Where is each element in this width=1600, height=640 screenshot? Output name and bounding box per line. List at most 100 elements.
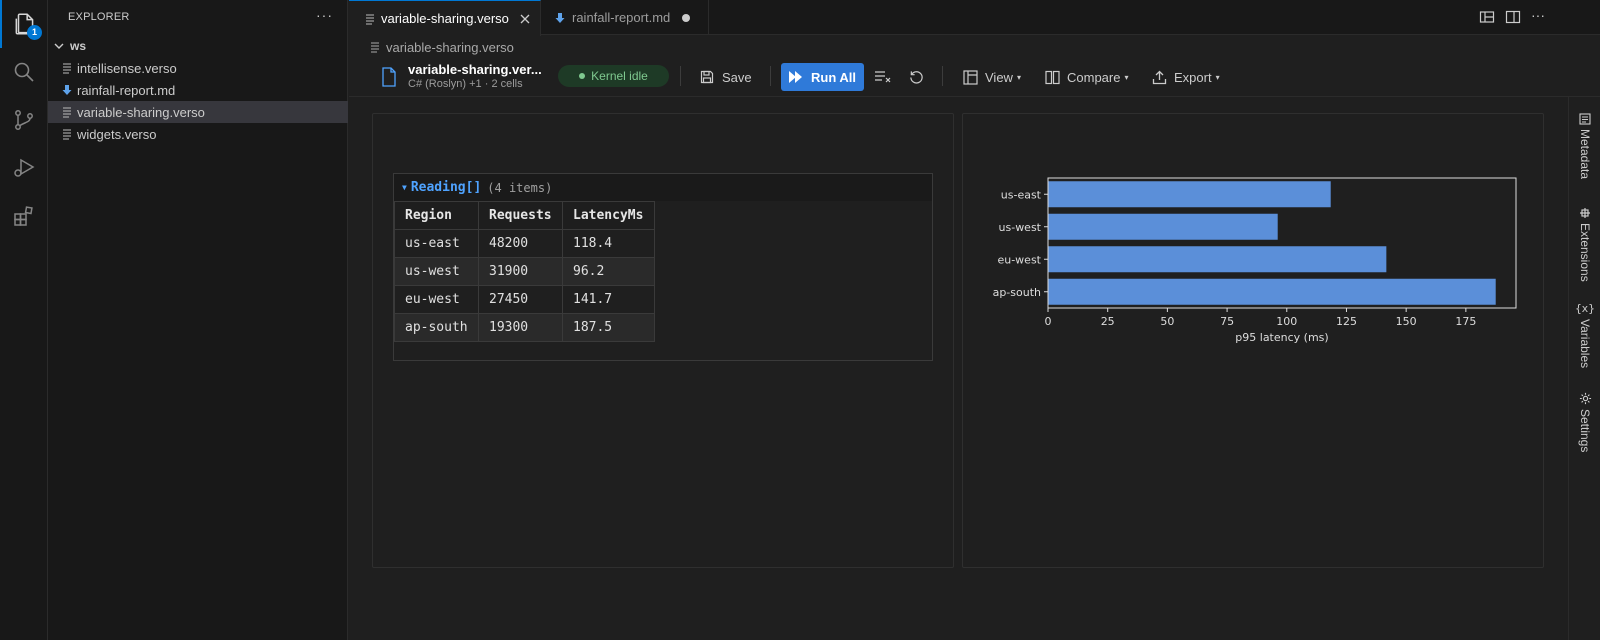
column-header: LatencyMs: [562, 201, 655, 230]
y-tick-label: us-east: [1001, 188, 1042, 201]
x-tick-label: 125: [1336, 315, 1357, 328]
table-item-count: (4 items): [487, 180, 553, 195]
column-header: Region: [394, 201, 479, 230]
document-icon: [381, 67, 397, 87]
rail-metadata[interactable]: Metadata: [1569, 113, 1600, 179]
unsaved-dot-icon[interactable]: [682, 13, 691, 22]
compare-label: Compare: [1067, 69, 1121, 85]
data-table: Region Requests LatencyMs us-east 48200 …: [394, 201, 655, 342]
clear-outputs-icon[interactable]: [874, 64, 892, 90]
column-header: Requests: [478, 201, 563, 230]
chevron-down-icon: [53, 40, 65, 52]
x-tick-label: 175: [1455, 315, 1476, 328]
file-item-intellisense[interactable]: intellisense.verso: [48, 57, 348, 79]
collapse-triangle-icon[interactable]: ▼: [402, 183, 407, 192]
compare-menu-button[interactable]: Compare ▾: [1045, 64, 1128, 90]
table-cell: 187.5: [562, 313, 655, 342]
source-control-icon[interactable]: [0, 96, 48, 144]
toolbar-divider: [770, 66, 771, 86]
tab-label: rainfall-report.md: [572, 10, 671, 25]
table-cell: 31900: [478, 257, 563, 286]
tab-variable-sharing[interactable]: variable-sharing.verso: [349, 0, 541, 36]
export-menu-button[interactable]: Export ▾: [1152, 64, 1220, 90]
caret-down-icon: ▾: [1215, 72, 1220, 82]
save-icon: [700, 70, 714, 84]
verso-file-icon: [62, 106, 72, 118]
view-label: View: [985, 69, 1013, 85]
y-tick-label: ap-south: [993, 286, 1041, 299]
table-row: eu-west 27450 141.7: [394, 285, 655, 314]
kernel-status-label: Kernel idle: [591, 69, 648, 83]
restart-kernel-icon[interactable]: [909, 64, 924, 90]
metadata-icon: [1579, 113, 1591, 125]
plug-icon: [1579, 207, 1591, 219]
toggle-sidebar-icon[interactable]: [1505, 9, 1521, 25]
variables-icon: {x}: [1575, 302, 1595, 315]
x-tick-label: 0: [1045, 315, 1052, 328]
explorer-badge: 1: [27, 25, 42, 40]
verso-file-icon: [370, 41, 380, 53]
save-label: Save: [722, 69, 752, 85]
document-title: variable-sharing.ver...: [408, 62, 542, 77]
table-output-header[interactable]: ▼ Reading[] (4 items): [394, 174, 932, 201]
file-name: widgets.verso: [77, 126, 157, 142]
tab-rainfall-report[interactable]: rainfall-report.md: [541, 0, 709, 35]
table-header-row: Region Requests LatencyMs: [394, 201, 655, 230]
x-tick-label: 25: [1101, 315, 1115, 328]
run-debug-icon[interactable]: [0, 144, 48, 192]
caret-down-icon: ▾: [1016, 72, 1021, 82]
more-actions-icon[interactable]: ···: [316, 7, 333, 23]
verso-file-icon: [62, 128, 72, 140]
rail-label: Extensions: [1578, 223, 1592, 282]
table-cell: 141.7: [562, 285, 655, 314]
breadcrumb[interactable]: variable-sharing.verso: [370, 38, 514, 56]
more-tab-actions-icon[interactable]: ···: [1531, 7, 1545, 23]
x-tick-label: 50: [1160, 315, 1174, 328]
table-cell: 19300: [478, 313, 563, 342]
workspace-folder[interactable]: ws: [48, 36, 348, 56]
x-tick-label: 100: [1276, 315, 1297, 328]
search-icon[interactable]: [0, 48, 48, 96]
kernel-status-badge[interactable]: Kernel idle: [558, 65, 669, 87]
extensions-icon[interactable]: [0, 192, 48, 240]
breadcrumb-file[interactable]: variable-sharing.verso: [386, 40, 514, 55]
rail-settings[interactable]: Settings: [1569, 392, 1600, 452]
table-row: us-west 31900 96.2: [394, 257, 655, 286]
toolbar-divider: [942, 66, 943, 86]
close-icon[interactable]: [519, 13, 531, 25]
chart-bar: [1048, 213, 1278, 240]
workspace-name: ws: [70, 39, 87, 53]
right-rail: Metadata Extensions {x} Variables Settin…: [1568, 97, 1600, 640]
x-tick-label: 150: [1396, 315, 1417, 328]
file-item-variable-sharing[interactable]: variable-sharing.verso: [48, 101, 348, 123]
rail-extensions[interactable]: Extensions: [1569, 207, 1600, 282]
gear-icon: [1579, 392, 1592, 405]
file-name: variable-sharing.verso: [77, 104, 205, 120]
table-cell: us-west: [394, 257, 479, 286]
markdown-file-icon: [555, 12, 565, 24]
save-button[interactable]: Save: [700, 64, 752, 90]
bar-chart-svg: us-east us-west eu-west ap-south 0 25 50 75 100 1…: [993, 177, 1517, 344]
run-all-icon: [788, 71, 803, 83]
split-editor-icon[interactable]: [1479, 9, 1495, 25]
file-item-widgets[interactable]: widgets.verso: [48, 123, 348, 145]
export-label: Export: [1174, 69, 1212, 85]
view-menu-button[interactable]: View ▾: [963, 64, 1021, 90]
toolbar-divider: [680, 66, 681, 86]
document-subtitle: C# (Roslyn) +1 · 2 cells: [408, 78, 523, 90]
rail-label: Settings: [1578, 409, 1592, 453]
run-all-button[interactable]: Run All: [781, 63, 864, 91]
explorer-icon[interactable]: 1: [0, 0, 48, 48]
chart-bar: [1048, 246, 1387, 273]
explorer-sidebar: EXPLORER ··· ws intellisense.verso rainf…: [48, 0, 348, 640]
explorer-title: EXPLORER: [68, 11, 130, 23]
rail-variables[interactable]: {x} Variables: [1569, 302, 1600, 368]
file-item-rainfall-report[interactable]: rainfall-report.md: [48, 79, 348, 101]
table-row: us-east 48200 118.4: [394, 229, 655, 258]
latency-chart: us-east us-west eu-west ap-south 0 25 50 75 100 1…: [970, 170, 1530, 350]
tab-label: variable-sharing.verso: [381, 11, 509, 26]
table-row: ap-south 19300 187.5: [394, 313, 655, 342]
activity-bar: 1: [0, 0, 48, 640]
table-cell: us-east: [394, 229, 479, 258]
editor-tab-bar: variable-sharing.verso rainfall-report.m…: [349, 0, 1600, 36]
